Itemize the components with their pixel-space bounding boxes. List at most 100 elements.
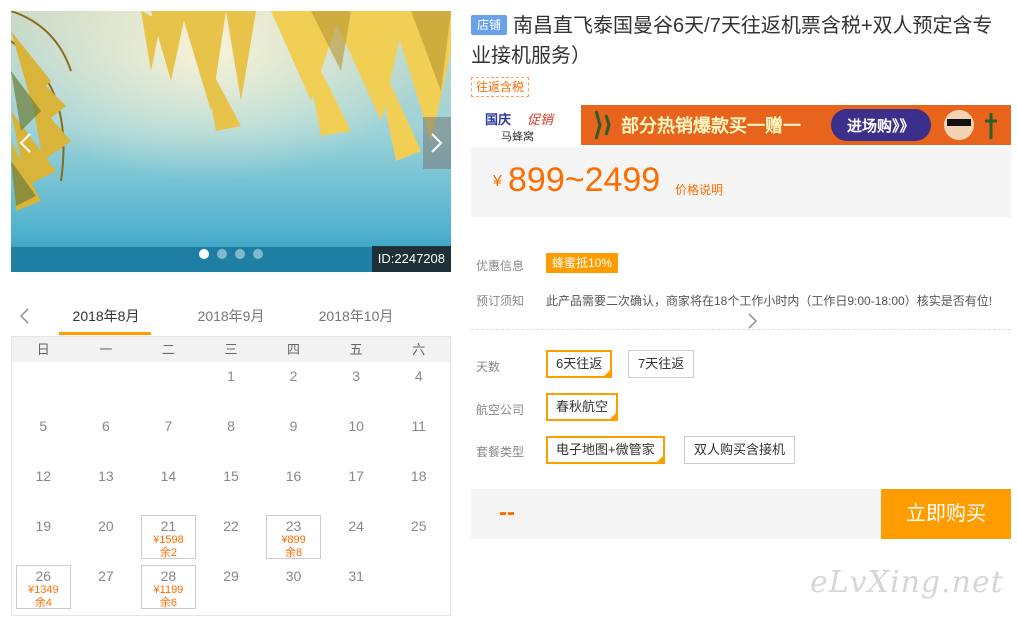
prev-month-arrow-icon[interactable] [15,306,35,326]
price-explanation-link[interactable]: 价格说明 [675,181,723,198]
day-number: 5 [39,418,48,434]
option-package-map-butler[interactable]: 电子地图+微管家 [546,436,665,464]
option-airline-spring[interactable]: 春秋航空 [546,393,619,421]
day-remaining-seats: 余8 [285,547,303,559]
calendar-day: 18 [387,462,450,512]
promo-banner[interactable]: 国庆 促销 马蜂窝 部分热销爆款买一赠一 进场购》》 [471,105,1011,145]
day-number: 2 [289,368,298,384]
calendar-day-available[interactable]: 28 ¥1199 余6 [141,565,196,609]
tab-month-sep[interactable]: 2018年9月 [186,306,276,326]
carousel-next-button[interactable] [423,117,451,169]
store-tag: 店铺 [471,15,508,35]
day-remaining-seats: 余4 [34,597,52,609]
chevron-right-icon [431,133,443,153]
day-number: 17 [348,468,364,484]
carousel-dot[interactable] [199,249,209,259]
carousel-prev-button[interactable] [11,117,39,169]
calendar-day: 13 [75,462,138,512]
calendar-day: 6 [75,412,138,462]
day-number: 1 [227,368,235,384]
product-panel: 店铺 南昌直飞泰国曼谷6天/7天往返机票含税+双人预定含专业接机服务） 往返含税 … [471,11,1011,539]
day-number: 18 [410,468,427,484]
calendar-day: 11 [387,412,450,462]
discount-label: 优惠信息 [476,259,525,273]
weekday-label: 日 [36,342,50,357]
calendar-day: 17 [325,462,388,512]
total-price: -- [499,499,515,526]
calendar-day: 9 [262,412,325,462]
calendar-day: 19 [12,512,75,562]
image-carousel[interactable]: ID:2247208 [11,11,451,272]
banner-brand-accent: 促销 [527,112,555,127]
weekday-label: 二 [161,342,175,357]
calendar-empty-cell [75,362,138,412]
day-number: 3 [352,368,361,384]
calendar-empty-cell [137,362,200,412]
buy-now-button[interactable]: 立即购买 [881,489,1011,539]
chevron-left-icon [19,133,31,153]
banner-cta: 进场购》》 [847,117,915,135]
calendar-day: 2 [262,362,325,412]
day-number: 25 [410,518,427,534]
option-label: 7天往返 [638,356,685,371]
day-number: 9 [289,418,298,434]
tab-month-aug[interactable]: 2018年8月 [61,306,151,326]
day-number: 29 [223,568,239,584]
option-label: 6天往返 [556,356,603,371]
weekday-header: 日 一 二 三 四 五 六 [11,336,451,362]
booking-notice-text: 此产品需要二次确认，商家将在18个工作小时内（工作日9:00-18:00）核实是… [546,294,993,308]
calendar-day: 5 [12,412,75,462]
day-number: 31 [348,568,364,584]
calendar-day: 27 [75,562,138,612]
calendar-day: 10 [325,412,388,462]
option-7-days[interactable]: 7天往返 [628,350,695,378]
option-6-days[interactable]: 6天往返 [546,350,613,378]
active-month-underline [59,332,151,335]
day-number: 20 [98,518,114,534]
price-range: 899~2499 [508,161,661,199]
calendar-day-available[interactable]: 26 ¥1349 余4 [16,565,71,609]
day-number: 23 [285,518,302,534]
calendar-day: 1 [200,362,263,412]
day-number: 11 [411,418,426,434]
weekday-label: 三 [224,342,238,357]
tab-month-oct[interactable]: 2018年10月 [311,306,401,326]
day-number: 10 [348,418,364,434]
calendar-day: 16 [262,462,325,512]
beach-palm-image [11,11,451,272]
calendar-day: 3 [325,362,388,412]
calendar-day: 14 [137,462,200,512]
day-number: 24 [348,518,364,534]
carousel-dot[interactable] [253,249,263,259]
calendar-day-available[interactable]: 23 ¥899 余8 [266,515,321,559]
day-number: 27 [98,568,114,584]
day-number: 28 [160,568,177,584]
day-price: ¥1598 [153,534,184,546]
weekday-label: 六 [412,342,426,357]
carousel-dot[interactable] [217,249,227,259]
day-number: 16 [285,468,302,484]
carousel-dots [199,249,263,259]
option-package-pickup[interactable]: 双人购买含接机 [684,436,796,464]
price-calendar: 2018年8月 2018年9月 2018年10月 日 一 二 三 四 五 六 1… [11,300,758,616]
day-number: 7 [164,418,173,434]
purchase-bar: -- 立即购买 [471,489,1011,539]
site-watermark: eLvXing.net [810,565,1004,600]
day-number: 19 [35,518,52,534]
calendar-day-available[interactable]: 21 ¥1598 余2 [141,515,196,559]
calendar-day: 29 [200,562,263,612]
price-currency: ¥ [493,173,502,190]
day-number: 12 [35,468,52,484]
next-month-arrow-icon[interactable] [482,311,1017,331]
calendar-day: 8 [200,412,263,462]
banner-brand-top: 国庆 [485,112,511,127]
day-price: ¥1349 [27,584,59,596]
product-title-row: 店铺 南昌直飞泰国曼谷6天/7天往返机票含税+双人预定含专业接机服务） [471,11,1011,71]
calendar-day: 4 [387,362,450,412]
carousel-dot[interactable] [235,249,245,259]
option-label: 春秋航空 [556,399,609,414]
weekday-label: 五 [349,342,363,357]
calendar-empty-cell [12,362,75,412]
product-id-badge: ID:2247208 [371,246,451,272]
calendar-day: 30 [262,562,325,612]
